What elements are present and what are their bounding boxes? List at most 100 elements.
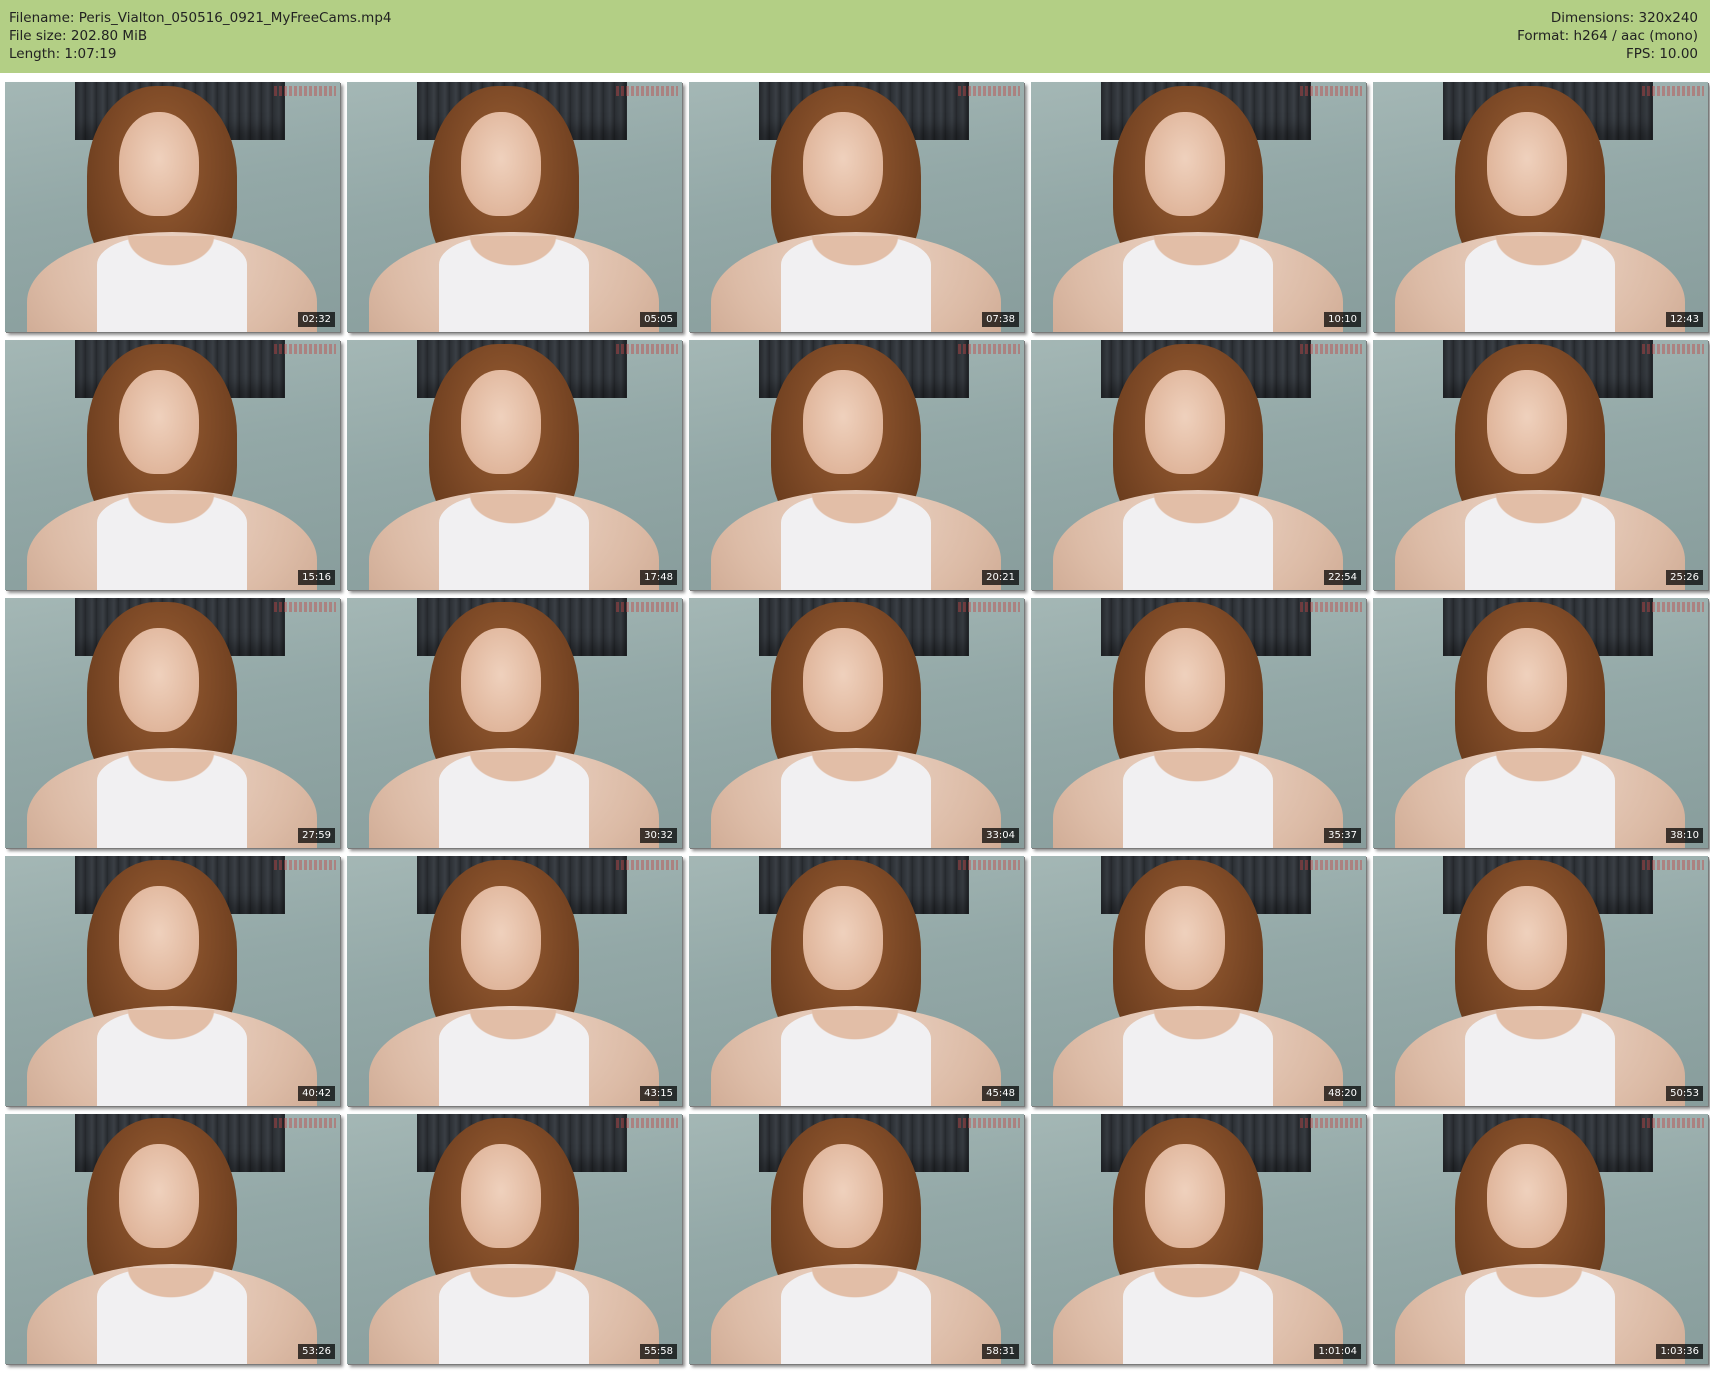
watermark [616, 1118, 678, 1128]
watermark [958, 86, 1020, 96]
tank-top-shape [1123, 1010, 1273, 1106]
watermark [958, 344, 1020, 354]
face-shape [461, 628, 541, 732]
frame-image [5, 82, 340, 332]
fps-label: FPS: 10.00 [1626, 46, 1698, 62]
video-thumbnail: 10:10 [1031, 82, 1366, 332]
format-label: Format: h264 / aac (mono) [1517, 28, 1698, 44]
video-thumbnail: 15:16 [5, 340, 340, 590]
face-shape [1145, 886, 1225, 990]
watermark [616, 860, 678, 870]
thumbnail-grid: 02:32 05:05 07:38 10:10 12:43 15:16 17:48 20:21… [5, 82, 1708, 1368]
tank-top-shape [439, 1268, 589, 1364]
timestamp-badge: 1:03:36 [1656, 1344, 1703, 1359]
frame-image [347, 340, 682, 590]
filename-label: Filename: Peris_Vialton_050516_0921_MyFr… [9, 10, 392, 26]
timestamp-badge: 53:26 [298, 1344, 335, 1359]
tank-top-shape [97, 752, 247, 848]
timestamp-badge: 38:10 [1666, 828, 1703, 843]
frame-image [689, 1114, 1024, 1364]
video-thumbnail: 1:01:04 [1031, 1114, 1366, 1364]
timestamp-badge: 07:38 [982, 312, 1019, 327]
timestamp-badge: 33:04 [982, 828, 1019, 843]
frame-image [689, 856, 1024, 1106]
timestamp-badge: 58:31 [982, 1344, 1019, 1359]
frame-image [1031, 856, 1366, 1106]
video-thumbnail: 05:05 [347, 82, 682, 332]
frame-image [347, 856, 682, 1106]
tank-top-shape [781, 752, 931, 848]
face-shape [1145, 112, 1225, 216]
tank-top-shape [439, 236, 589, 332]
frame-image [1031, 1114, 1366, 1364]
face-shape [119, 1144, 199, 1248]
tank-top-shape [97, 494, 247, 590]
frame-image [5, 856, 340, 1106]
timestamp-badge: 55:58 [640, 1344, 677, 1359]
watermark [1642, 1118, 1704, 1128]
frame-image [689, 340, 1024, 590]
tank-top-shape [1465, 1268, 1615, 1364]
watermark [274, 86, 336, 96]
file-info: Filename: Peris_Vialton_050516_0921_MyFr… [9, 9, 392, 63]
frame-image [1373, 598, 1708, 848]
video-thumbnail: 25:26 [1373, 340, 1708, 590]
video-thumbnail: 43:15 [347, 856, 682, 1106]
video-thumbnail: 17:48 [347, 340, 682, 590]
face-shape [119, 112, 199, 216]
frame-image [1373, 1114, 1708, 1364]
tank-top-shape [781, 494, 931, 590]
face-shape [803, 1144, 883, 1248]
video-thumbnail: 02:32 [5, 82, 340, 332]
video-thumbnail: 33:04 [689, 598, 1024, 848]
timestamp-badge: 43:15 [640, 1086, 677, 1101]
watermark [616, 602, 678, 612]
timestamp-badge: 22:54 [1324, 570, 1361, 585]
video-thumbnail: 35:37 [1031, 598, 1366, 848]
face-shape [803, 886, 883, 990]
watermark [1300, 344, 1362, 354]
watermark [1300, 1118, 1362, 1128]
face-shape [461, 886, 541, 990]
watermark [274, 1118, 336, 1128]
timestamp-badge: 20:21 [982, 570, 1019, 585]
video-thumbnail: 27:59 [5, 598, 340, 848]
video-thumbnail: 22:54 [1031, 340, 1366, 590]
tank-top-shape [439, 494, 589, 590]
timestamp-badge: 10:10 [1324, 312, 1361, 327]
watermark [1642, 860, 1704, 870]
dimensions-label: Dimensions: 320x240 [1550, 10, 1698, 26]
watermark [958, 602, 1020, 612]
watermark [1642, 86, 1704, 96]
timestamp-badge: 50:53 [1666, 1086, 1703, 1101]
timestamp-badge: 17:48 [640, 570, 677, 585]
frame-image [347, 82, 682, 332]
timestamp-badge: 15:16 [298, 570, 335, 585]
frame-image [689, 598, 1024, 848]
timestamp-badge: 35:37 [1324, 828, 1361, 843]
video-thumbnail: 45:48 [689, 856, 1024, 1106]
tank-top-shape [1123, 494, 1273, 590]
video-thumbnail: 38:10 [1373, 598, 1708, 848]
timestamp-badge: 02:32 [298, 312, 335, 327]
video-thumbnail: 48:20 [1031, 856, 1366, 1106]
watermark [958, 1118, 1020, 1128]
frame-image [5, 340, 340, 590]
watermark [616, 344, 678, 354]
tank-top-shape [1465, 494, 1615, 590]
timestamp-badge: 48:20 [1324, 1086, 1361, 1101]
watermark [1642, 602, 1704, 612]
video-thumbnail: 53:26 [5, 1114, 340, 1364]
timestamp-badge: 1:01:04 [1314, 1344, 1361, 1359]
tank-top-shape [97, 236, 247, 332]
timestamp-badge: 30:32 [640, 828, 677, 843]
face-shape [803, 370, 883, 474]
length-label: Length: 1:07:19 [9, 46, 117, 62]
tank-top-shape [781, 1268, 931, 1364]
face-shape [1487, 886, 1567, 990]
video-thumbnail: 40:42 [5, 856, 340, 1106]
face-shape [803, 628, 883, 732]
timestamp-badge: 12:43 [1666, 312, 1703, 327]
frame-image [347, 1114, 682, 1364]
face-shape [119, 628, 199, 732]
